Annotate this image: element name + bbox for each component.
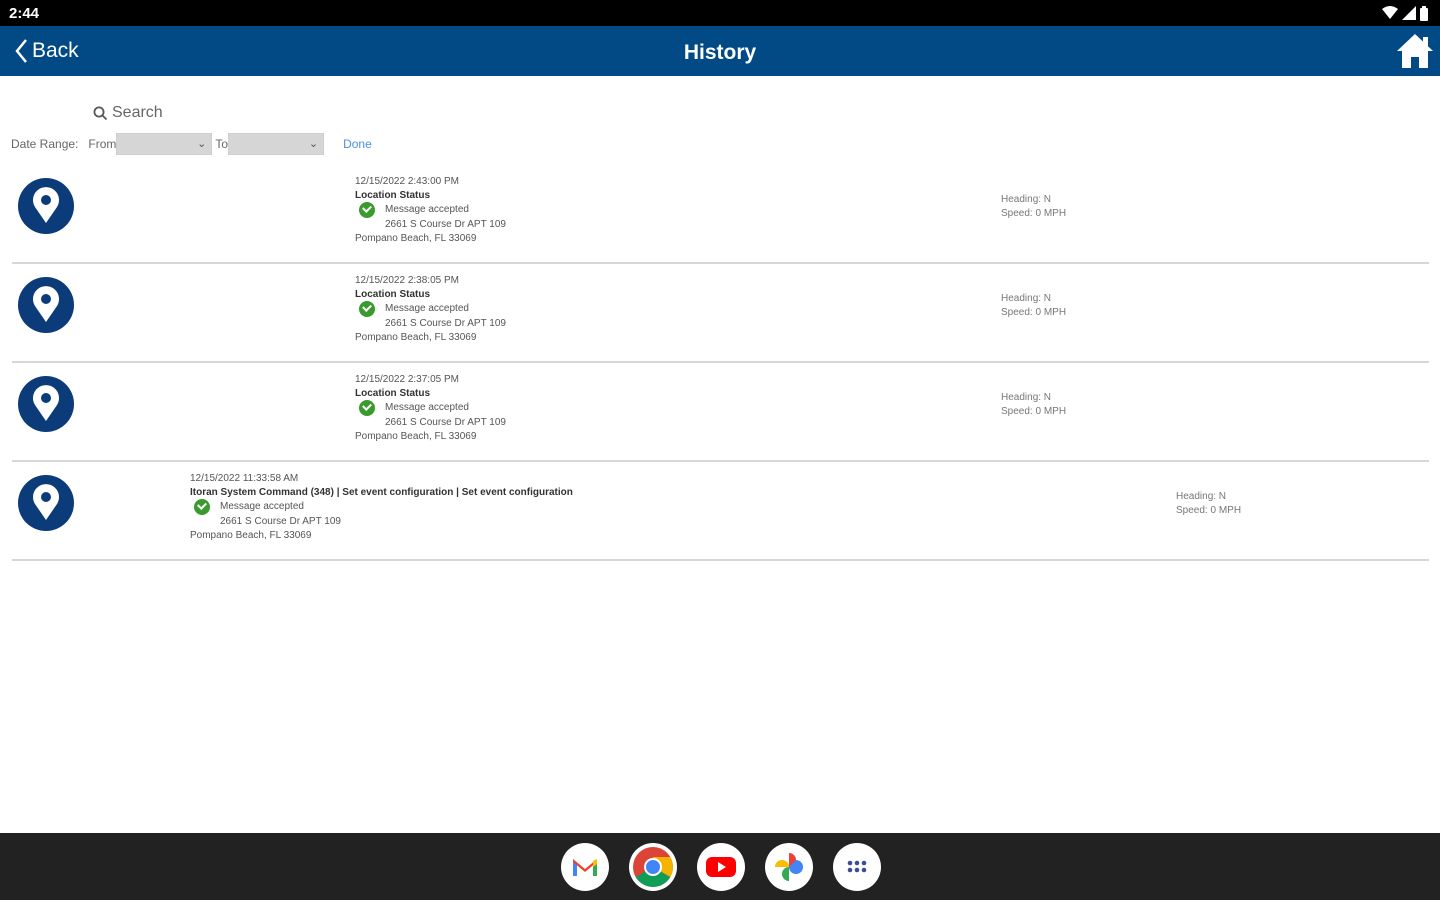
check-circle-icon: [194, 499, 210, 515]
history-row[interactable]: 12/15/2022 2:37:05 PM Location Status Me…: [12, 363, 1429, 462]
history-row[interactable]: 12/15/2022 2:38:05 PM Location Status Me…: [12, 264, 1429, 363]
history-info: 12/15/2022 2:37:05 PM Location Status Me…: [355, 373, 506, 443]
chrome-icon[interactable]: [629, 843, 677, 891]
history-datetime: 12/15/2022 2:37:05 PM: [355, 374, 459, 385]
battery-icon: [1420, 5, 1428, 21]
history-status: Message accepted: [194, 499, 573, 515]
wifi-icon: [1382, 6, 1398, 19]
status-bar: 2:44: [0, 0, 1440, 26]
history-address: 2661 S Course Dr APT 109: [385, 318, 506, 329]
history-address: 2661 S Course Dr APT 109: [385, 219, 506, 230]
location-pin-icon: [18, 277, 74, 333]
history-heading: Heading: N: [1001, 392, 1052, 403]
done-button[interactable]: Done: [343, 137, 372, 151]
history-status-text: Message accepted: [220, 501, 304, 513]
to-label: To: [215, 137, 229, 151]
check-circle-icon: [359, 202, 375, 218]
history-row[interactable]: 12/15/2022 11:33:58 AM Itoran System Com…: [12, 462, 1429, 561]
history-info: 12/15/2022 11:33:58 AM Itoran System Com…: [190, 472, 573, 542]
history-row[interactable]: 12/15/2022 2:43:00 PM Location Status Me…: [12, 165, 1429, 264]
history-stats: Heading: N Speed: 0 MPH: [1176, 490, 1241, 517]
history-stats: Heading: N Speed: 0 MPH: [1001, 391, 1066, 418]
chevron-down-icon: ⌄: [308, 138, 319, 150]
back-label: Back: [32, 39, 79, 62]
check-circle-icon: [359, 301, 375, 317]
history-type: Location Status: [355, 189, 431, 201]
history-address: 2661 S Course Dr APT 109: [385, 417, 506, 428]
location-pin-icon: [18, 376, 74, 432]
to-date-select[interactable]: ⌄: [228, 133, 325, 155]
chevron-left-icon: [15, 39, 27, 63]
history-type: Location Status: [355, 387, 431, 399]
history-city: Pompano Beach, FL 33069: [190, 529, 312, 541]
history-city: Pompano Beach, FL 33069: [355, 232, 477, 244]
history-status-text: Message accepted: [385, 303, 469, 315]
page-title: History: [683, 41, 757, 64]
location-pin-icon: [18, 178, 74, 234]
app-bar: Back History: [0, 26, 1440, 76]
date-range-label: Date Range:: [11, 137, 79, 151]
history-datetime: 12/15/2022 11:33:58 AM: [190, 473, 299, 484]
history-city: Pompano Beach, FL 33069: [355, 430, 477, 442]
history-speed: Speed: 0 MPH: [1001, 306, 1067, 318]
navigation-bar: [0, 833, 1440, 900]
status-icons: [1382, 5, 1428, 21]
history-city: Pompano Beach, FL 33069: [355, 331, 477, 343]
history-list: 12/15/2022 2:43:00 PM Location Status Me…: [12, 165, 1429, 561]
history-speed: Speed: 0 MPH: [1001, 405, 1067, 417]
search-field[interactable]: Search: [93, 103, 163, 123]
photos-icon[interactable]: [765, 843, 813, 891]
home-icon: [1397, 34, 1433, 68]
app-drawer-icon[interactable]: [833, 843, 881, 891]
history-type: Itoran System Command (348) | Set event …: [190, 486, 573, 498]
history-info: 12/15/2022 2:43:00 PM Location Status Me…: [355, 175, 506, 245]
check-circle-icon: [359, 400, 375, 416]
history-status: Message accepted: [359, 202, 506, 218]
history-status-text: Message accepted: [385, 204, 469, 216]
home-button[interactable]: [1396, 33, 1434, 69]
from-date-select[interactable]: ⌄: [116, 133, 213, 155]
history-type: Location Status: [355, 288, 431, 300]
history-datetime: 12/15/2022 2:38:05 PM: [355, 275, 459, 286]
chevron-down-icon: ⌄: [197, 138, 207, 150]
youtube-icon[interactable]: [697, 843, 745, 891]
app-dock: [561, 843, 881, 891]
history-heading: Heading: N: [1176, 491, 1227, 502]
history-status: Message accepted: [359, 301, 506, 317]
history-heading: Heading: N: [1001, 194, 1052, 205]
history-stats: Heading: N Speed: 0 MPH: [1001, 193, 1066, 220]
search-icon: [93, 106, 108, 120]
history-speed: Speed: 0 MPH: [1001, 207, 1067, 219]
gmail-icon[interactable]: [561, 843, 609, 891]
history-info: 12/15/2022 2:38:05 PM Location Status Me…: [355, 274, 506, 344]
history-status-text: Message accepted: [385, 402, 469, 414]
history-heading: Heading: N: [1001, 293, 1052, 304]
from-label: From: [88, 137, 117, 151]
history-datetime: 12/15/2022 2:43:00 PM: [355, 176, 459, 187]
search-label: Search: [112, 104, 163, 121]
history-address: 2661 S Course Dr APT 109: [220, 516, 341, 527]
history-status: Message accepted: [359, 400, 506, 416]
signal-icon: [1402, 6, 1416, 20]
date-range-filter: Date Range: From ⌄ To ⌄ Done: [11, 133, 372, 155]
status-time: 2:44: [9, 5, 40, 22]
history-speed: Speed: 0 MPH: [1176, 504, 1242, 516]
back-button[interactable]: Back: [14, 38, 79, 64]
history-stats: Heading: N Speed: 0 MPH: [1001, 292, 1066, 319]
location-pin-icon: [18, 475, 74, 531]
